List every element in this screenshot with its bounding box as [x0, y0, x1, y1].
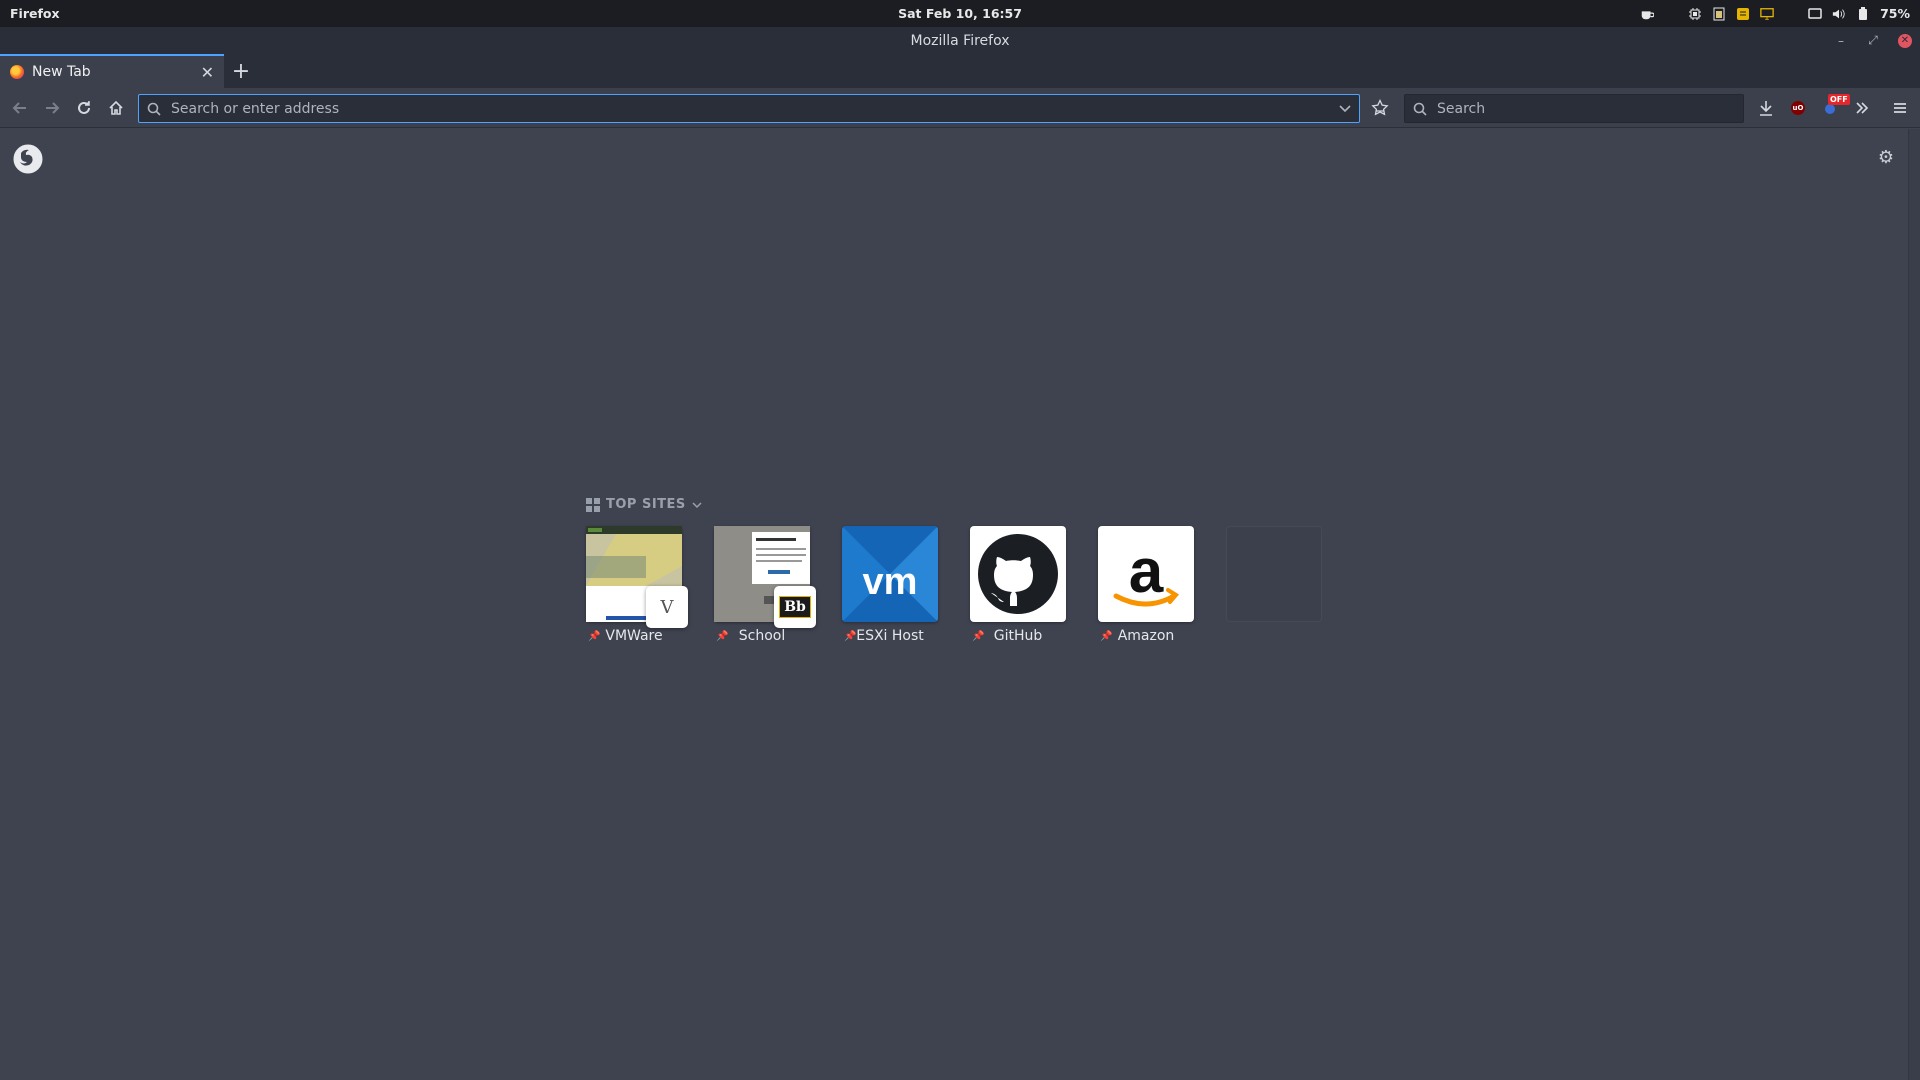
address-bar-placeholder: Search or enter address [171, 100, 340, 117]
firefox-logo-icon [13, 144, 43, 174]
site-label: School [738, 628, 786, 644]
vmware-badge-icon: V [646, 586, 688, 628]
cpu-icon[interactable] [1688, 7, 1702, 21]
firefox-favicon-icon [10, 65, 24, 79]
top-sites-header[interactable]: TOP SITES [586, 497, 1346, 512]
search-bar-placeholder: Search [1437, 100, 1486, 117]
chevron-down-icon [692, 501, 702, 508]
site-thumbnail [970, 526, 1066, 622]
new-tab-page: ⚙ TOP SITES V 📌 VMWare Bb 📌 School vm 📌 … [0, 129, 1908, 1080]
site-label-row: 📌 Amazon [1098, 628, 1194, 644]
amazon-logo-text: a [1129, 537, 1164, 606]
window-title: Mozilla Firefox [910, 32, 1010, 49]
esxi-logo-text: vm [863, 561, 918, 603]
maximize-button[interactable]: ⤢ [1866, 33, 1880, 48]
chevron-down-icon[interactable] [1339, 102, 1351, 116]
pin-icon: 📌 [716, 630, 729, 642]
settings-gear-icon[interactable]: ⚙ [1878, 147, 1894, 168]
pin-icon: 📌 [588, 630, 601, 642]
search-icon [147, 102, 161, 116]
memory-icon[interactable] [1712, 7, 1726, 21]
site-label-row: 📌 School [714, 628, 810, 644]
screen-icon[interactable] [1808, 7, 1822, 21]
overflow-menu-button[interactable] [1846, 92, 1878, 124]
badge-letter: Bb [779, 596, 811, 618]
pin-icon: 📌 [844, 630, 857, 642]
site-label: ESXi Host [856, 628, 924, 644]
site-thumbnail: a [1098, 526, 1194, 622]
top-site-school[interactable]: Bb 📌 School [714, 526, 816, 644]
forward-arrow-icon [46, 101, 60, 114]
badge-letter: V [660, 596, 674, 618]
site-label: GitHub [993, 628, 1043, 644]
back-button[interactable] [4, 92, 36, 124]
site-label-row: 📌 VMWare [586, 628, 682, 644]
forward-button[interactable] [36, 92, 68, 124]
system-tray: 75% [1640, 6, 1910, 21]
hamburger-menu-button[interactable] [1884, 92, 1916, 124]
tab-label: New Tab [32, 64, 91, 80]
battery-icon[interactable] [1856, 6, 1870, 21]
back-arrow-icon [12, 101, 26, 114]
top-site-vmware[interactable]: V 📌 VMWare [586, 526, 688, 644]
search-bar[interactable]: Search [1404, 94, 1744, 123]
system-top-bar: Firefox Sat Feb 10, 16:57 75% [0, 0, 1920, 27]
vmware-logo-icon: vm [842, 526, 938, 622]
site-label: VMWare [605, 628, 663, 644]
site-label-row: 📌 ESXi Host [842, 628, 938, 644]
home-button[interactable] [100, 92, 132, 124]
reload-button[interactable] [68, 92, 100, 124]
notes-icon[interactable] [1736, 7, 1750, 21]
extension-button[interactable]: OFF [1814, 92, 1850, 124]
top-sites-section: TOP SITES V 📌 VMWare Bb 📌 School vm 📌 ES… [586, 497, 1346, 644]
bookmark-star-icon [1371, 99, 1389, 116]
window-controls: – ⤢ ✕ [1834, 27, 1912, 54]
window-titlebar[interactable]: Mozilla Firefox – ⤢ ✕ [0, 27, 1920, 54]
site-thumbnail: vm [842, 526, 938, 622]
empty-tile-placeholder [1226, 526, 1322, 622]
top-site-empty-slot[interactable] [1226, 526, 1322, 644]
address-bar[interactable]: Search or enter address [138, 94, 1360, 123]
battery-percentage[interactable]: 75% [1880, 6, 1910, 21]
site-label-row: 📌 GitHub [970, 628, 1066, 644]
tab-new-tab[interactable]: New Tab ✕ [0, 54, 224, 88]
close-window-button[interactable]: ✕ [1898, 33, 1912, 48]
new-tab-button[interactable]: + [224, 54, 258, 88]
display-icon[interactable] [1760, 7, 1774, 21]
top-sites-grid: V 📌 VMWare Bb 📌 School vm 📌 ESXi Host 📌 … [586, 526, 1346, 644]
downloads-button[interactable] [1750, 92, 1782, 124]
top-site-github[interactable]: 📌 GitHub [970, 526, 1066, 644]
volume-icon[interactable] [1832, 7, 1846, 21]
close-tab-icon[interactable]: ✕ [201, 63, 214, 82]
minimize-button[interactable]: – [1834, 34, 1848, 48]
active-app-name[interactable]: Firefox [10, 6, 60, 21]
site-label: Amazon [1117, 628, 1175, 644]
navigation-toolbar: Search or enter address Search uO OFF [0, 88, 1920, 128]
clock[interactable]: Sat Feb 10, 16:57 [898, 6, 1022, 21]
github-octocat-icon [978, 534, 1058, 614]
pin-icon: 📌 [972, 630, 985, 642]
reload-icon [78, 100, 90, 114]
search-icon [1413, 102, 1427, 116]
blackboard-badge-icon: Bb [774, 586, 816, 628]
bookmark-star-button[interactable] [1364, 92, 1396, 124]
ublock-button[interactable]: uO [1782, 92, 1814, 124]
ublock-icon: uO [1791, 101, 1805, 115]
site-thumbnail: V [586, 526, 688, 628]
tab-strip: New Tab ✕ + [0, 54, 1920, 88]
coffee-icon[interactable] [1640, 7, 1655, 21]
top-site-amazon[interactable]: a 📌 Amazon [1098, 526, 1194, 644]
grid-icon [586, 497, 600, 512]
amazon-logo-icon: a [1113, 537, 1180, 607]
hamburger-icon [1894, 103, 1906, 113]
double-chevron-right-icon [1856, 102, 1869, 114]
download-icon [1760, 101, 1772, 116]
pin-icon: 📌 [1100, 630, 1113, 642]
scrollbar[interactable] [1908, 129, 1920, 1080]
top-sites-title: TOP SITES [606, 497, 686, 512]
top-site-esxi-host[interactable]: vm 📌 ESXi Host [842, 526, 938, 644]
site-thumbnail: Bb [714, 526, 816, 628]
home-icon [109, 100, 123, 115]
